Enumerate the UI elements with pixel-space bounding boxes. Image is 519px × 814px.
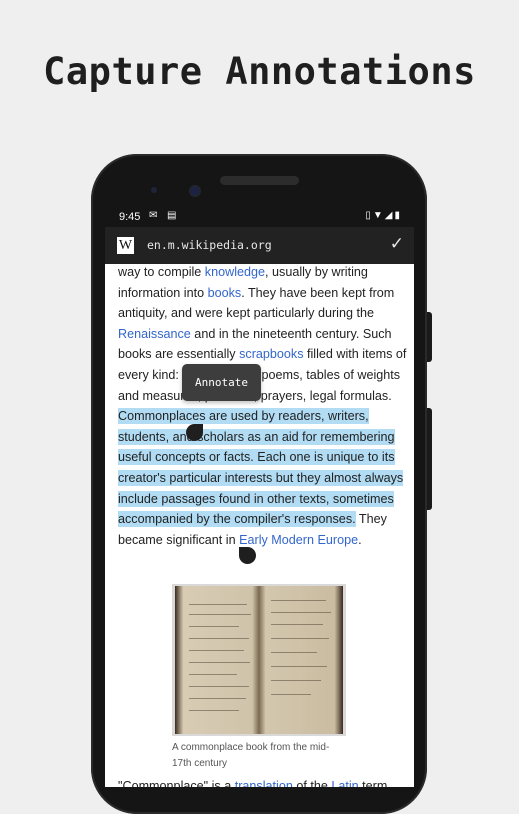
- wikipedia-logo-icon: W: [117, 237, 134, 254]
- annotate-button[interactable]: Annotate: [182, 364, 261, 401]
- front-camera: [190, 186, 200, 196]
- link-translation[interactable]: translation: [235, 779, 293, 787]
- browser-toolbar: W en.m.wikipedia.org ✓: [105, 227, 414, 264]
- status-bar: 9:45 ✉ ▤ ▯▼◢▮: [105, 205, 414, 227]
- commonplace-book-photo: [175, 586, 343, 734]
- gmail-icon: ✉: [149, 210, 158, 221]
- web-content[interactable]: way to compile knowledge, usually by wri…: [105, 264, 414, 787]
- selected-text[interactable]: Commonplaces are used by readers, writer…: [118, 408, 404, 528]
- battery-icon: ▮: [394, 210, 402, 221]
- link-scrapbooks[interactable]: scrapbooks: [239, 347, 303, 361]
- wifi-icon: ▼: [372, 210, 385, 221]
- selection-start-handle[interactable]: [186, 424, 203, 441]
- link-renaissance[interactable]: Renaissance: [118, 327, 191, 341]
- url-text[interactable]: en.m.wikipedia.org: [147, 238, 272, 252]
- article-image[interactable]: [172, 584, 346, 736]
- proximity-sensor: [151, 187, 157, 193]
- page-title: Capture Annotations: [43, 50, 476, 93]
- link-knowledge[interactable]: knowledge: [205, 265, 265, 279]
- next-paragraph: "Commonplace" is a translation of the La…: [118, 776, 414, 787]
- check-icon[interactable]: ✓: [390, 234, 404, 254]
- power-button: [427, 312, 432, 362]
- volume-button: [427, 408, 432, 510]
- earpiece-speaker: [220, 176, 299, 185]
- vibrate-icon: ▯: [365, 210, 373, 221]
- book-icon: ▤: [167, 210, 177, 221]
- link-latin[interactable]: Latin: [331, 779, 358, 787]
- link-books[interactable]: books: [208, 286, 242, 300]
- image-caption: A commonplace book from the mid-17th cen…: [172, 742, 330, 769]
- article-text[interactable]: way to compile knowledge, usually by wri…: [118, 264, 408, 550]
- status-time: 9:45: [119, 211, 141, 223]
- selection-end-handle[interactable]: [239, 547, 256, 564]
- link-early-modern-europe[interactable]: Early Modern Europe: [239, 533, 358, 547]
